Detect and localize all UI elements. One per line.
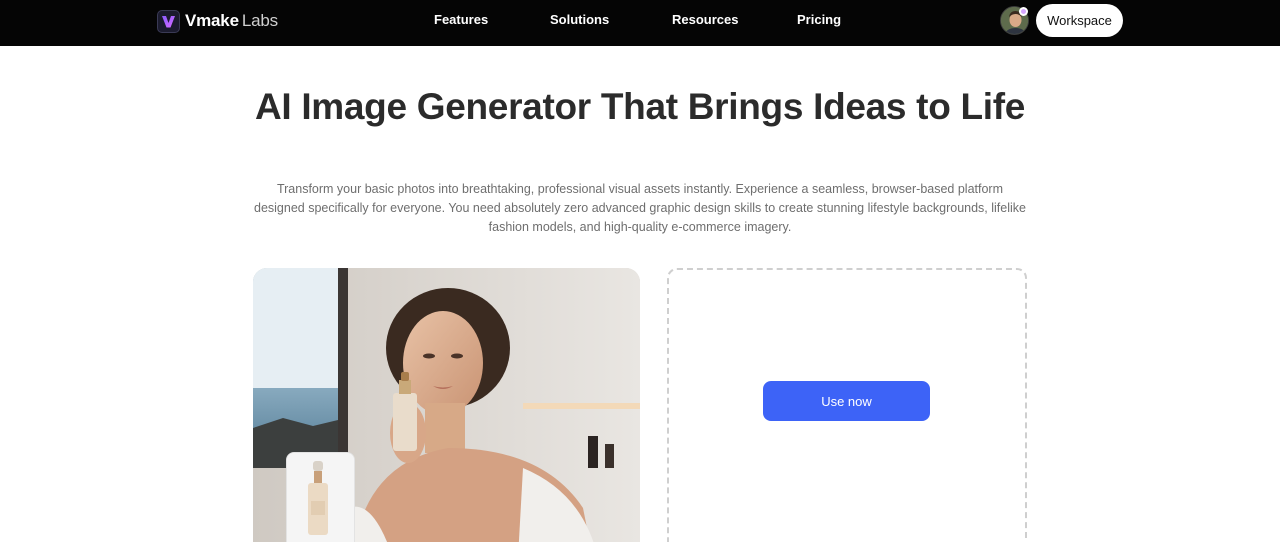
nav-features[interactable]: Features — [434, 0, 488, 40]
nav-pricing[interactable]: Pricing — [797, 0, 841, 40]
hero-description: Transform your basic photos into breatht… — [254, 182, 1026, 234]
logo-brand-text: Vmake — [185, 11, 239, 30]
vmake-logo-icon — [157, 9, 180, 33]
use-now-button[interactable]: Use now — [763, 381, 930, 421]
notification-dot — [1019, 7, 1028, 16]
brand-logo[interactable]: Vmake Labs — [157, 9, 278, 33]
top-navbar: Vmake Labs Features Solutions Resources … — [0, 0, 1280, 46]
nav-resources[interactable]: Resources — [672, 0, 738, 40]
workspace-button[interactable]: Workspace — [1036, 4, 1123, 37]
nav-solutions[interactable]: Solutions — [550, 0, 609, 40]
page-title: AI Image Generator That Brings Ideas to … — [254, 86, 1026, 127]
product-thumbnail[interactable] — [286, 452, 355, 542]
logo-sub-text: Labs — [241, 11, 278, 30]
